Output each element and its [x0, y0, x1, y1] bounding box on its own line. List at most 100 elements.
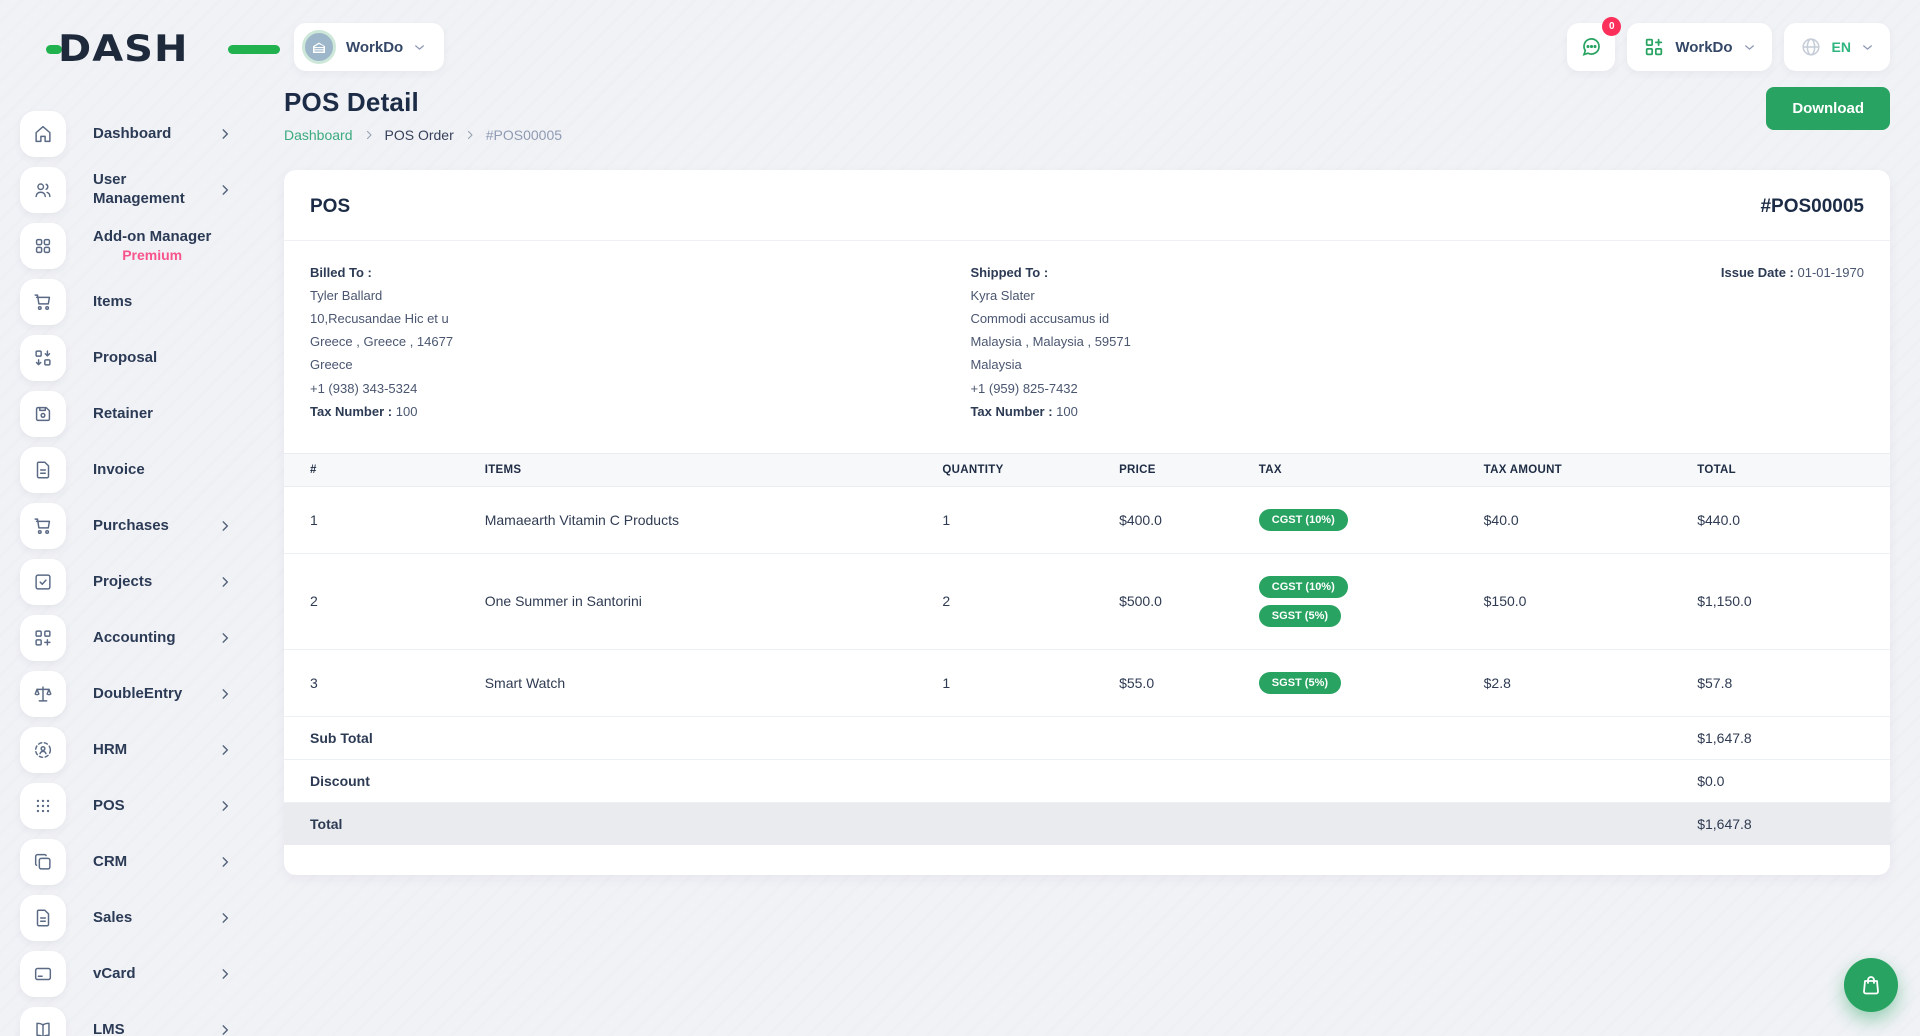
cart-icon: [20, 279, 66, 325]
sidebar-item-label: Dashboard: [93, 125, 171, 144]
breadcrumb-separator-icon: [363, 129, 375, 141]
chevron-down-icon: [413, 41, 426, 54]
cell-price: $400.0: [1111, 486, 1251, 553]
workspace-label: WorkDo: [346, 39, 403, 56]
address-line: Kyra Slater: [970, 284, 1630, 307]
sidebar-item-label: POS: [93, 797, 125, 816]
sidebar-item-retainer[interactable]: Retainer: [20, 386, 284, 442]
sidebar-item-label: HRM: [93, 741, 127, 760]
credit-card-icon: [20, 951, 66, 997]
addresses-section: Billed To : Tyler Ballard10,Recusandae H…: [284, 241, 1890, 453]
sidebar-item-vcard[interactable]: vCard: [20, 946, 284, 1002]
page-title: POS Detail: [284, 87, 562, 118]
summary-value: $1,647.8: [1689, 716, 1890, 759]
breadcrumb-item-dashboard[interactable]: Dashboard: [284, 127, 353, 143]
building-icon: [310, 38, 328, 56]
chevron-down-icon: [1861, 41, 1874, 54]
sidebar-item-items[interactable]: Items: [20, 274, 284, 330]
chevron-right-icon: [218, 183, 232, 197]
download-button[interactable]: Download: [1766, 87, 1890, 130]
cell-tax-amount: $2.8: [1476, 649, 1690, 716]
sidebar-item-hrm[interactable]: HRM: [20, 722, 284, 778]
shipped-to-lines: Kyra SlaterCommodi accusamus idMalaysia …: [970, 284, 1630, 400]
summary-row-sub-total: Sub Total$1,647.8: [284, 716, 1890, 759]
breadcrumb: DashboardPOS Order#POS00005: [284, 127, 562, 143]
tax-badge: SGST (5%): [1259, 605, 1341, 627]
sidebar-item-user-management[interactable]: User Management: [20, 162, 284, 218]
chevron-right-icon: [218, 967, 232, 981]
tax-number-label: Tax Number :: [970, 404, 1052, 419]
summary-row-discount: Discount$0.0: [284, 759, 1890, 802]
cell-item: Mamaearth Vitamin C Products: [477, 486, 935, 553]
chat-icon: [1579, 35, 1603, 59]
pos-card-header: POS #POS00005: [284, 170, 1890, 241]
messages-count-badge: 0: [1602, 17, 1621, 36]
sidebar-item-add-on-manager[interactable]: Add-on ManagerPremium: [20, 218, 284, 274]
chevron-right-icon: [218, 1023, 232, 1036]
app-switcher-button[interactable]: WorkDo: [1627, 23, 1771, 71]
sidebar-item-dashboard[interactable]: Dashboard: [20, 106, 284, 162]
language-button[interactable]: EN: [1784, 23, 1890, 71]
sidebar-item-proposal[interactable]: Proposal: [20, 330, 284, 386]
chevron-right-icon: [218, 687, 232, 701]
sidebar-item-label: DoubleEntry: [93, 685, 182, 704]
sidebar-item-label: Purchases: [93, 517, 169, 536]
user-focus-icon: [20, 727, 66, 773]
dash-logo[interactable]: DASH: [58, 26, 258, 72]
cell-quantity: 2: [934, 553, 1111, 649]
billed-to-lines: Tyler Ballard10,Recusandae Hic et uGreec…: [310, 284, 970, 400]
tax-badge: CGST (10%): [1259, 576, 1348, 598]
cell-total: $57.8: [1689, 649, 1890, 716]
cell-price: $500.0: [1111, 553, 1251, 649]
cell-index: 2: [284, 553, 477, 649]
sidebar-item-pos[interactable]: POS: [20, 778, 284, 834]
book-icon: [20, 1007, 66, 1036]
checkbox-icon: [20, 559, 66, 605]
sidebar-item-accounting[interactable]: Accounting: [20, 610, 284, 666]
sidebar-item-label: vCard: [93, 965, 136, 984]
tax-number-value: 100: [396, 404, 418, 419]
shipped-to-block: Shipped To : Kyra SlaterCommodi accusamu…: [970, 265, 1630, 423]
tax-number-value: 100: [1056, 404, 1078, 419]
sidebar-item-label: Add-on Manager: [93, 228, 211, 247]
cart-icon: [20, 503, 66, 549]
sidebar-item-purchases[interactable]: Purchases: [20, 498, 284, 554]
cell-price: $55.0: [1111, 649, 1251, 716]
sidebar-item-label: CRM: [93, 853, 127, 872]
chevron-right-icon: [218, 743, 232, 757]
column-header-: #: [284, 453, 477, 486]
messages-button[interactable]: 0: [1567, 23, 1615, 71]
summary-label: Sub Total: [284, 716, 1689, 759]
billed-to-heading: Billed To :: [310, 265, 970, 280]
cell-total: $440.0: [1689, 486, 1890, 553]
workspace-switcher[interactable]: WorkDo: [294, 23, 444, 71]
sidebar-item-invoice[interactable]: Invoice: [20, 442, 284, 498]
grid-plus-icon: [20, 615, 66, 661]
pos-card-title: POS: [310, 196, 350, 218]
topbar-right: 0 WorkDo EN: [1567, 23, 1890, 71]
column-header-quantity: QUANTITY: [934, 453, 1111, 486]
tax-badge: SGST (5%): [1259, 672, 1341, 694]
table-body: 1Mamaearth Vitamin C Products1$400.0CGST…: [284, 486, 1890, 845]
chevron-down-icon: [1743, 41, 1756, 54]
chevron-right-icon: [218, 575, 232, 589]
table-header-row: #ITEMSQUANTITYPRICETAXTAX AMOUNTTOTAL: [284, 453, 1890, 486]
address-line: 10,Recusandae Hic et u: [310, 307, 970, 330]
pos-card: POS #POS00005 Billed To : Tyler Ballard1…: [284, 170, 1890, 875]
cell-item: Smart Watch: [477, 649, 935, 716]
pos-cart-fab[interactable]: [1844, 958, 1898, 1012]
sidebar-item-doubleentry[interactable]: DoubleEntry: [20, 666, 284, 722]
billed-tax-number: Tax Number : 100: [310, 400, 970, 423]
sidebar-item-projects[interactable]: Projects: [20, 554, 284, 610]
cell-index: 3: [284, 649, 477, 716]
document-icon: [20, 447, 66, 493]
sidebar-item-crm[interactable]: CRM: [20, 834, 284, 890]
floppy-icon: [20, 391, 66, 437]
sidebar-item-sales[interactable]: Sales: [20, 890, 284, 946]
sidebar-item-label: Invoice: [93, 461, 145, 480]
sidebar-item-lms[interactable]: LMS: [20, 1002, 284, 1036]
sidebar-item-label: LMS: [93, 1021, 125, 1036]
sidebar-item-label: User Management: [93, 171, 218, 209]
cell-item: One Summer in Santorini: [477, 553, 935, 649]
home-icon: [20, 111, 66, 157]
